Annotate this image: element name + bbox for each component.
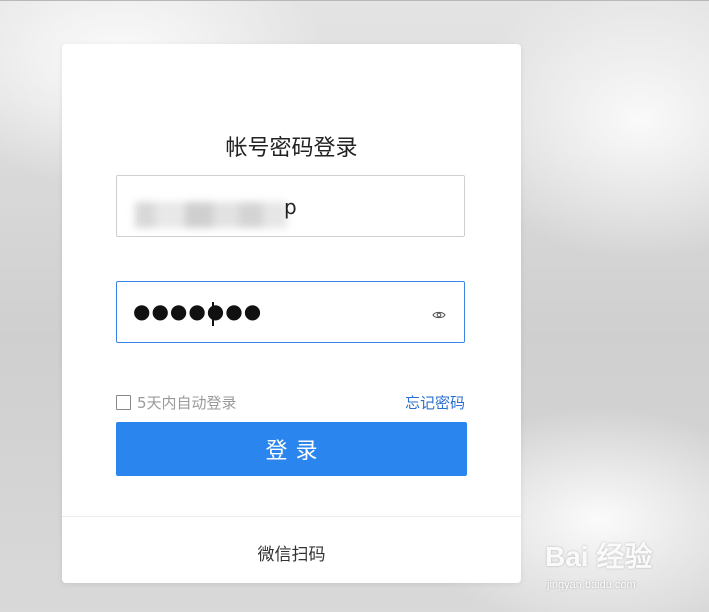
remember-me[interactable]: 5天内自动登录 — [116, 392, 237, 413]
username-field[interactable]: p — [116, 175, 465, 237]
remember-checkbox[interactable] — [116, 395, 131, 410]
watermark: Bai 经验 jingyan.baidu.com — [545, 535, 705, 605]
text-caret — [212, 302, 214, 326]
top-border — [0, 0, 709, 1]
watermark-logo: Bai 经验 — [545, 541, 653, 572]
divider — [62, 516, 521, 517]
password-masked-value: ●●●●●●● — [133, 299, 263, 323]
login-button[interactable]: 登录 — [116, 422, 467, 476]
forgot-password-link[interactable]: 忘记密码 — [405, 392, 465, 413]
remember-label: 5天内自动登录 — [137, 394, 237, 412]
username-visible-text: p — [284, 195, 297, 219]
username-blurred-text — [135, 198, 287, 230]
eye-icon[interactable] — [432, 306, 446, 319]
wechat-scan-link[interactable]: 微信扫码 — [62, 540, 521, 565]
password-field[interactable]: ●●●●●●● — [116, 281, 465, 343]
login-card: 帐号密码登录 p ●●●●●●● 5天内自动登录 忘记密码 登录 微信扫码 — [62, 44, 521, 583]
page-title: 帐号密码登录 — [225, 136, 358, 161]
watermark-url: jingyan.baidu.com — [547, 579, 636, 591]
